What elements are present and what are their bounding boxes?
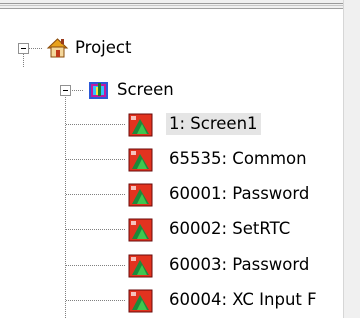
screen-page-icon	[128, 218, 153, 242]
tree-line-folder-h	[70, 90, 83, 91]
screen-page-icon	[128, 148, 153, 172]
collapse-screen-toggle[interactable]	[60, 85, 71, 96]
tree-node-screen[interactable]: Screen	[117, 79, 174, 101]
house-icon	[46, 38, 69, 58]
tree-line-item-4-h	[66, 265, 125, 266]
tree-line-item-3-h	[66, 229, 125, 230]
tree-line-item-0-h	[66, 124, 125, 125]
tree-line-item-2-h	[66, 194, 125, 195]
tree-item-label[interactable]: 65535: Common	[169, 148, 307, 170]
tree-item-label[interactable]: 60001: Password	[169, 183, 309, 205]
tree-line-item-1-h	[66, 159, 125, 160]
tree-item-label[interactable]: 60002: SetRTC	[169, 218, 290, 240]
tree-item-label[interactable]: 60004: XC Input F	[169, 289, 317, 311]
tree-line-item-5-h	[66, 300, 125, 301]
tree-node-project[interactable]: Project	[75, 37, 131, 59]
tree-line-folder	[65, 92, 66, 318]
tree-view[interactable]: Project Screen 1: Screen1 65535: Common …	[0, 9, 343, 318]
tree-item-label[interactable]: 1: Screen1	[166, 113, 261, 135]
top-border	[0, 0, 343, 9]
tree-line-root-h	[28, 48, 42, 49]
tree-item-label[interactable]: 60003: Password	[169, 254, 309, 276]
screen-folder-icon	[89, 82, 108, 99]
screen-page-icon	[128, 183, 153, 207]
screen-page-icon	[128, 113, 153, 137]
screen-page-icon	[128, 289, 153, 313]
collapse-project-toggle[interactable]	[18, 43, 29, 54]
vertical-scrollbar[interactable]	[343, 0, 360, 318]
screen-page-icon	[128, 254, 153, 278]
